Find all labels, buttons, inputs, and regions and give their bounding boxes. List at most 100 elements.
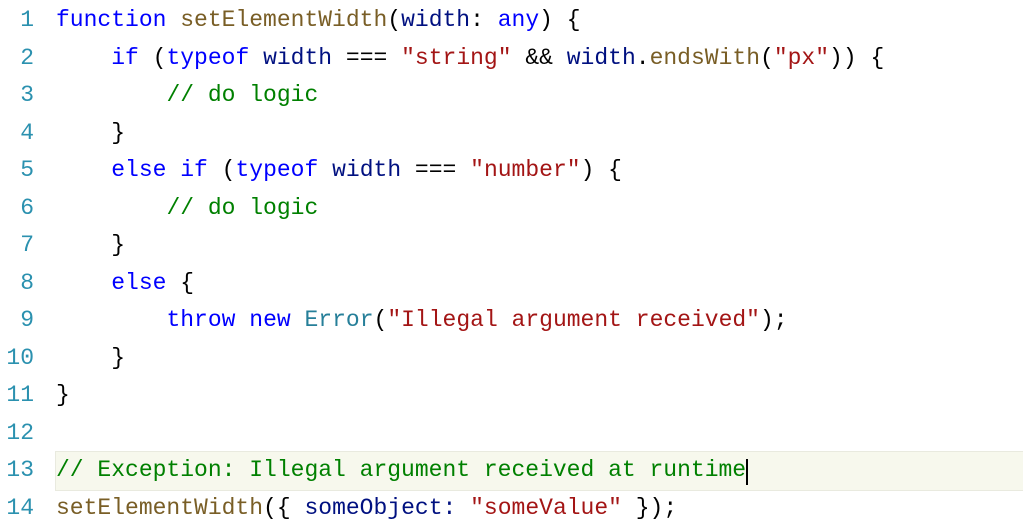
token-guide — [56, 345, 111, 371]
code-line[interactable]: // do logic — [56, 77, 1023, 115]
line-number: 14 — [0, 490, 56, 528]
code-line[interactable]: // do logic — [56, 190, 1023, 228]
token-str: "number" — [470, 157, 580, 183]
token-plain: ( — [760, 45, 774, 71]
token-ident: width — [567, 45, 636, 71]
token-plain: ) { — [539, 7, 580, 33]
token-plain: && — [512, 45, 567, 71]
token-str: "someValue" — [470, 495, 622, 521]
token-plain: : — [470, 7, 498, 33]
token-plain: } — [111, 120, 125, 146]
line-number: 6 — [0, 190, 56, 228]
token-guide — [56, 270, 111, 296]
code-line[interactable]: setElementWidth({ someObject: "someValue… — [56, 490, 1023, 528]
code-line-active[interactable]: // Exception: Illegal argument received … — [56, 452, 1023, 490]
code-line[interactable]: function setElementWidth(width: any) { — [56, 2, 1023, 40]
line-number: 2 — [0, 40, 56, 78]
token-guide — [56, 45, 111, 71]
line-number: 12 — [0, 415, 56, 453]
token-plain: === — [401, 157, 470, 183]
token-kw: if — [111, 45, 139, 71]
token-str: "px" — [774, 45, 829, 71]
code-line[interactable]: if (typeof width === "string" && width.e… — [56, 40, 1023, 78]
token-kw: typeof — [166, 45, 249, 71]
token-kw: throw — [166, 307, 235, 333]
token-guide — [56, 232, 111, 258]
token-ident: width — [263, 45, 332, 71]
token-plain: ( — [374, 307, 388, 333]
token-type: Error — [305, 307, 374, 333]
line-number: 5 — [0, 152, 56, 190]
code-line[interactable]: else if (typeof width === "number") { — [56, 152, 1023, 190]
token-plain: } — [111, 345, 125, 371]
token-guide — [111, 195, 166, 221]
token-kw: new — [249, 307, 290, 333]
token-plain: } — [111, 232, 125, 258]
token-ident: : — [443, 495, 457, 521]
token-guide — [56, 82, 111, 108]
line-number: 11 — [0, 377, 56, 415]
line-number: 7 — [0, 227, 56, 265]
token-plain: { — [166, 270, 194, 296]
token-fn: setElementWidth — [180, 7, 387, 33]
code-line[interactable]: throw new Error("Illegal argument receiv… — [56, 302, 1023, 340]
token-ident: width — [332, 157, 401, 183]
line-number: 1 — [0, 2, 56, 40]
token-plain: ( — [208, 157, 236, 183]
token-kw: if — [180, 157, 208, 183]
token-ident: someObject — [304, 495, 442, 521]
token-kw: typeof — [235, 157, 318, 183]
token-comm: // do logic — [166, 195, 318, 221]
token-guide — [56, 195, 111, 221]
token-ident: width — [401, 7, 470, 33]
code-line[interactable]: } — [56, 227, 1023, 265]
token-plain: }); — [622, 495, 677, 521]
line-number-gutter: 1234567891011121314 — [0, 0, 56, 529]
line-number: 13 — [0, 452, 56, 490]
token-plain: ) { — [581, 157, 622, 183]
token-guide — [56, 120, 111, 146]
code-editor[interactable]: 1234567891011121314 function setElementW… — [0, 0, 1023, 529]
token-plain: . — [636, 45, 650, 71]
line-number: 10 — [0, 340, 56, 378]
token-plain — [249, 45, 263, 71]
code-area[interactable]: function setElementWidth(width: any) { i… — [56, 0, 1023, 529]
token-str: "Illegal argument received" — [387, 307, 760, 333]
token-kw: any — [498, 7, 539, 33]
code-line[interactable]: } — [56, 377, 1023, 415]
token-kw: else — [111, 157, 166, 183]
token-kw: else — [111, 270, 166, 296]
token-guide — [56, 307, 111, 333]
token-plain: === — [332, 45, 401, 71]
text-cursor — [746, 459, 748, 485]
token-plain — [166, 7, 180, 33]
token-method: endsWith — [650, 45, 760, 71]
token-str: "string" — [401, 45, 511, 71]
token-guide — [111, 307, 166, 333]
token-comm: // Exception: Illegal argument received … — [56, 457, 746, 483]
line-number: 3 — [0, 77, 56, 115]
token-plain — [166, 157, 180, 183]
line-number: 9 — [0, 302, 56, 340]
line-number: 8 — [0, 265, 56, 303]
token-comm: // do logic — [166, 82, 318, 108]
token-plain: ); — [760, 307, 788, 333]
token-plain: ( — [387, 7, 401, 33]
token-method: setElementWidth — [56, 495, 263, 521]
code-line[interactable]: } — [56, 340, 1023, 378]
token-plain — [235, 307, 249, 333]
token-plain: )) { — [829, 45, 884, 71]
token-plain — [456, 495, 470, 521]
token-plain: ( — [139, 45, 167, 71]
token-guide — [111, 82, 166, 108]
token-guide — [56, 157, 111, 183]
token-plain — [318, 157, 332, 183]
line-number: 4 — [0, 115, 56, 153]
code-line[interactable]: else { — [56, 265, 1023, 303]
token-plain: } — [56, 382, 70, 408]
code-line[interactable]: } — [56, 115, 1023, 153]
token-kw: function — [56, 7, 166, 33]
code-line[interactable] — [56, 415, 1023, 453]
token-plain — [291, 307, 305, 333]
token-plain: ({ — [263, 495, 304, 521]
